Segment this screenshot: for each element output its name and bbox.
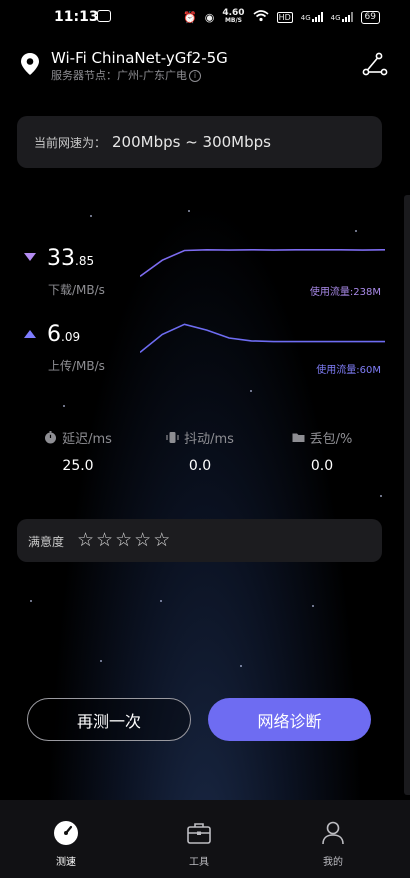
net-speed: 4.60 MB/S <box>222 9 244 25</box>
server-node-label: 服务器节点： <box>51 69 117 82</box>
jitter-value: 0.0 <box>188 458 212 474</box>
speedometer-icon <box>54 821 78 845</box>
wifi-icon <box>253 9 269 25</box>
packet-loss-stat: 丢包/% 0.0 <box>272 428 372 474</box>
rating-star-icon[interactable]: ☆ <box>153 529 170 551</box>
jitter-label: 抖动/ms <box>184 432 234 447</box>
diagnose-button[interactable]: 网络诊断 <box>208 698 371 741</box>
download-arrow-icon <box>24 253 36 261</box>
upload-speed: 6.09 <box>47 322 80 347</box>
jitter-stat: 抖动/ms 0.0 <box>150 428 250 474</box>
net-speed-value: 4.60 <box>222 8 245 18</box>
tab-mine-label: 我的 <box>323 857 343 868</box>
app-screen: 11:13 ⏰ ◉ 4.60 MB/S HD 4G 4G 69 Wi-Fi Ch… <box>0 0 410 878</box>
rating-star-icon[interactable]: ☆ <box>134 529 151 551</box>
location-icon: ◉ <box>204 10 215 24</box>
share-icon[interactable] <box>362 52 388 78</box>
tab-speedtest-label: 测速 <box>56 857 76 868</box>
latency-label: 延迟/ms <box>62 432 112 447</box>
download-speed: 33.85 <box>47 246 94 271</box>
upload-speed-decimal: .09 <box>61 330 81 344</box>
satisfaction-card: 满意度 ☆ ☆ ☆ ☆ ☆ <box>17 519 382 562</box>
satisfaction-stars: ☆ ☆ ☆ ☆ ☆ <box>77 529 170 551</box>
rating-star-icon[interactable]: ☆ <box>77 529 94 551</box>
server-node-value: 广州-广东广电 <box>117 69 187 82</box>
upload-speed-chart <box>140 323 385 354</box>
status-bar: 11:13 ⏰ ◉ 4.60 MB/S HD 4G 4G 69 <box>0 0 410 34</box>
signal-label-1: 4G <box>300 14 311 22</box>
signal-icon-2: 4G <box>331 12 353 22</box>
speed-range-card: 当前网速为： 200Mbps ~ 300Mbps <box>17 116 382 168</box>
info-icon[interactable]: i <box>188 70 201 82</box>
rating-star-icon[interactable]: ☆ <box>115 529 132 551</box>
status-icons: ⏰ ◉ 4.60 MB/S HD 4G 4G 69 <box>183 9 380 25</box>
battery-indicator: 69 <box>360 10 380 24</box>
satisfaction-label: 满意度 <box>28 535 65 549</box>
upload-usage: 使用流量:60M <box>316 365 381 376</box>
tab-speedtest[interactable]: 测速 <box>16 800 116 878</box>
download-speed-curve <box>140 248 385 278</box>
retest-button[interactable]: 再测一次 <box>27 698 191 741</box>
folder-icon <box>292 433 305 442</box>
speed-range-value: 200Mbps ~ 300Mbps <box>112 133 271 151</box>
stopwatch-icon <box>45 431 57 444</box>
latency-stat: 延迟/ms 25.0 <box>28 428 128 474</box>
hd-badge: HD <box>276 11 293 23</box>
wifi-network-name: Wi-Fi ChinaNet-yGf2-5G <box>51 49 228 67</box>
download-usage: 使用流量:238M <box>309 287 381 298</box>
bottom-tab-bar: 测速 工具 我的 <box>0 800 410 878</box>
packet-loss-label: 丢包/% <box>309 432 353 447</box>
status-time: 11:13 <box>54 9 99 25</box>
server-node: 服务器节点：广州-广东广电 i <box>51 67 201 83</box>
tab-tools-label: 工具 <box>189 857 209 868</box>
download-meter: 33.85 下载/MB/s 使用流量:238M <box>0 240 410 320</box>
location-pin-icon <box>21 53 39 75</box>
network-stats: 延迟/ms 25.0 抖动/ms 0.0 丢包/% 0.0 <box>0 428 410 478</box>
network-header: Wi-Fi ChinaNet-yGf2-5G 服务器节点：广州-广东广电 i <box>0 46 410 86</box>
upload-speed-int: 6 <box>47 322 61 347</box>
signal-icon-1: 4G <box>301 12 323 22</box>
speed-range-label: 当前网速为： <box>34 135 107 150</box>
upload-meter: 6.09 上传/MB/s 使用流量:60M <box>0 316 410 396</box>
download-speed-decimal: .85 <box>75 254 95 268</box>
tab-mine[interactable]: 我的 <box>283 800 383 878</box>
net-speed-unit: MB/S <box>224 17 242 24</box>
user-icon <box>322 821 344 845</box>
upload-unit: 上传/MB/s <box>48 359 105 373</box>
tab-tools[interactable]: 工具 <box>149 800 249 878</box>
vibrate-icon <box>166 432 179 443</box>
latency-value: 25.0 <box>62 458 94 474</box>
upload-arrow-icon <box>24 330 36 338</box>
rating-star-icon[interactable]: ☆ <box>96 529 113 551</box>
download-speed-chart <box>140 248 385 278</box>
packet-loss-value: 0.0 <box>310 458 334 474</box>
toolbox-icon <box>187 823 211 844</box>
download-speed-int: 33 <box>47 246 75 271</box>
message-notification-icon <box>97 10 111 22</box>
upload-speed-curve <box>140 323 385 354</box>
download-unit: 下载/MB/s <box>48 283 105 297</box>
signal-label-2: 4G <box>330 14 341 22</box>
alarm-icon: ⏰ <box>183 10 197 24</box>
